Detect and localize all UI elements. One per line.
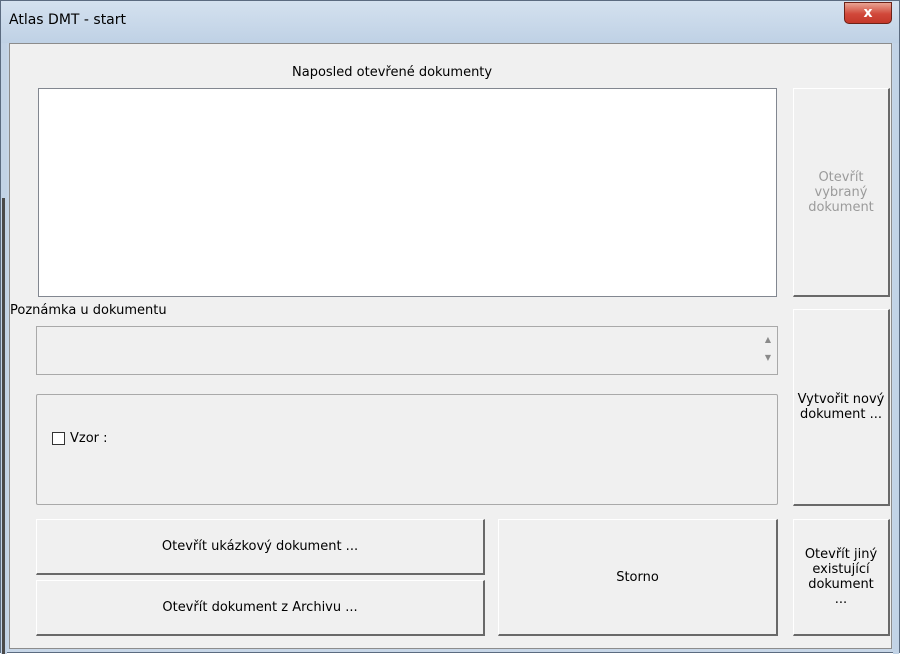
open-selected-label: Otevřít vybraný dokument — [808, 169, 874, 215]
right-frame — [893, 43, 899, 654]
left-frame — [1, 43, 7, 654]
scroll-down-icon[interactable]: ▼ — [765, 353, 771, 362]
template-group: Vzor : — [36, 394, 778, 505]
close-button[interactable]: x — [844, 2, 892, 24]
scroll-up-icon[interactable]: ▲ — [765, 335, 771, 344]
frame-shadow — [2, 198, 5, 654]
cancel-button[interactable]: Storno — [498, 519, 778, 636]
open-sample-label: Otevřít ukázkový dokument ... — [161, 539, 359, 554]
note-label: Poznámka u dokumentu — [10, 303, 167, 318]
app-window: Atlas DMT - start x Naposled otevřené do… — [0, 0, 900, 654]
open-selected-button[interactable]: Otevřít vybraný dokument — [793, 88, 890, 297]
template-checkbox[interactable] — [52, 432, 65, 445]
cancel-label: Storno — [616, 569, 659, 585]
open-other-button[interactable]: Otevřít jiný existující dokument ... — [793, 519, 890, 636]
close-icon: x — [863, 5, 873, 21]
window-title: Atlas DMT - start — [9, 12, 127, 28]
create-new-label: Vytvořit nový dokument ... — [797, 392, 885, 422]
recent-documents-list[interactable] — [38, 88, 777, 297]
template-checkbox-label: Vzor : — [70, 431, 108, 446]
title-bar[interactable]: Atlas DMT - start x — [1, 1, 899, 43]
note-field[interactable]: ▲ ▼ — [36, 326, 778, 375]
open-archive-label: Otevřít dokument z Archivu ... — [162, 600, 358, 615]
dialog-body: Naposled otevřené dokumenty Otevřít vybr… — [9, 43, 892, 649]
open-archive-button[interactable]: Otevřít dokument z Archivu ... — [36, 580, 485, 636]
open-sample-button[interactable]: Otevřít ukázkový dokument ... — [36, 519, 485, 575]
recent-documents-label: Naposled otevřené dokumenty — [292, 65, 493, 80]
open-other-label: Otevřít jiný existující dokument ... — [804, 547, 878, 607]
create-new-button[interactable]: Vytvořit nový dokument ... — [793, 309, 890, 506]
